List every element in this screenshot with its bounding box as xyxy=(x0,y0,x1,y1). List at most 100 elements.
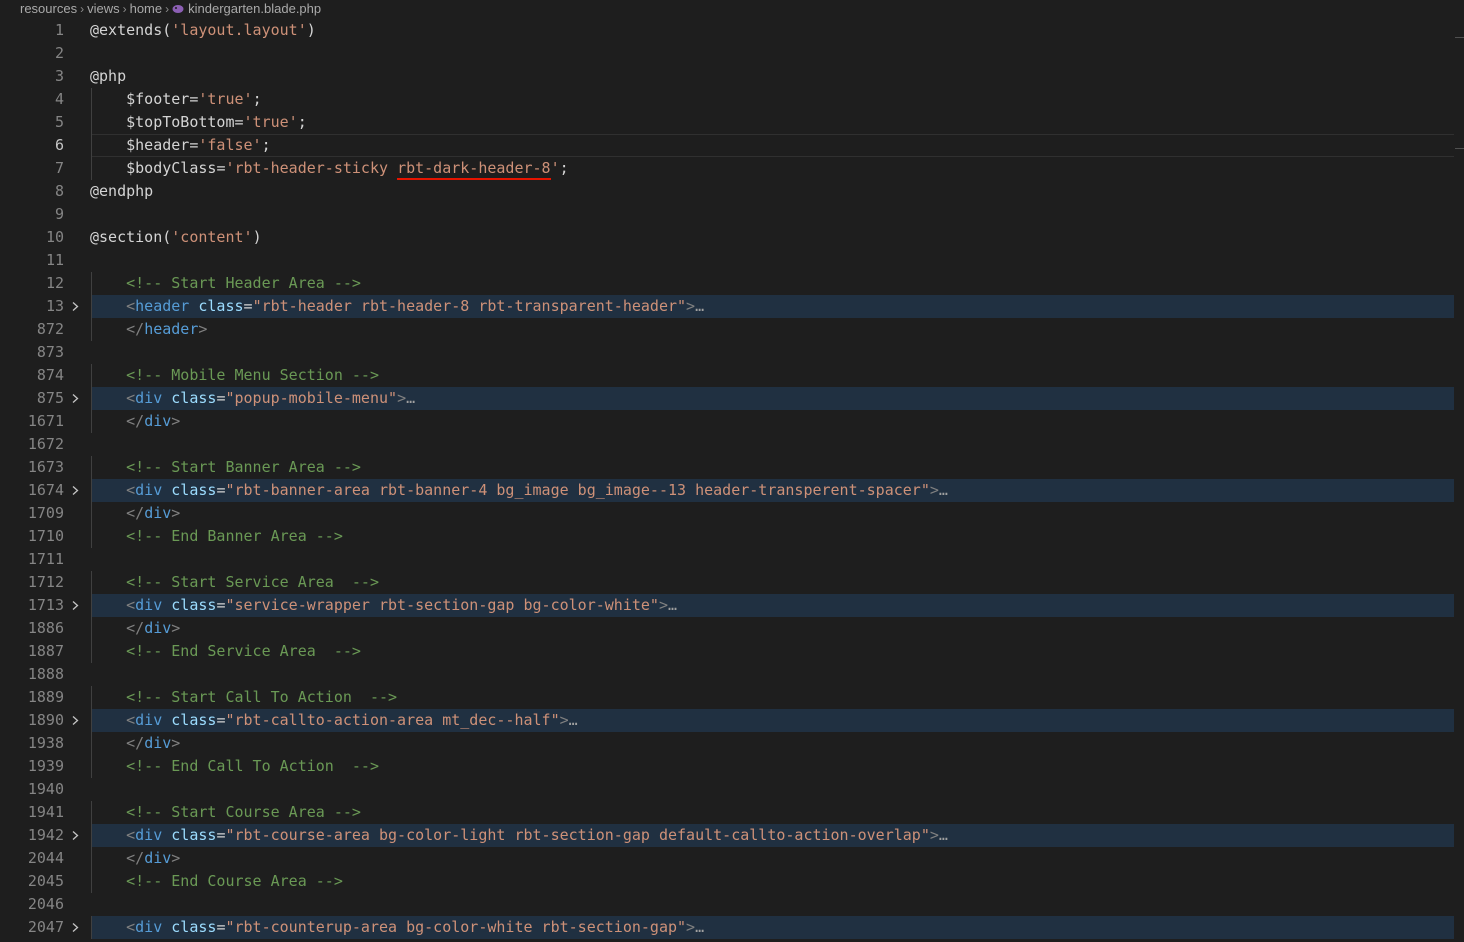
code-line[interactable]: 4 $footer='true'; xyxy=(0,88,1464,111)
code-line[interactable]: 10 @section('content') xyxy=(0,226,1464,249)
line-number: 1 xyxy=(54,21,64,39)
code-line[interactable]: 6 $header='false'; xyxy=(0,134,1464,157)
line-number: 2044 xyxy=(27,849,64,867)
line-number: 1890 xyxy=(27,711,64,729)
code-line[interactable]: 1710 <!-- End Banner Area --> xyxy=(0,525,1464,548)
line-number: 1713 xyxy=(27,596,64,614)
code-text: <div class="rbt-counterup-area bg-color-… xyxy=(126,918,705,936)
code-line[interactable]: 875 <div class="popup-mobile-menu">… xyxy=(0,387,1464,410)
code-line[interactable]: 13 <header class="rbt-header rbt-header-… xyxy=(0,295,1464,318)
line-number: 1889 xyxy=(27,688,64,706)
code-text: $topToBottom='true'; xyxy=(126,113,307,131)
code-text: <!-- End Call To Action --> xyxy=(126,757,379,775)
code-line[interactable]: 3 @php xyxy=(0,65,1464,88)
chevron-right-icon: › xyxy=(165,2,170,16)
code-text: </div> xyxy=(126,849,181,867)
breadcrumb-item-resources[interactable]: resources xyxy=(20,1,77,16)
code-line[interactable]: 1709 </div> xyxy=(0,502,1464,525)
code-line[interactable]: 874 <!-- Mobile Menu Section --> xyxy=(0,364,1464,387)
code-text: $header='false'; xyxy=(126,136,271,154)
chevron-right-fold-icon[interactable] xyxy=(72,831,79,840)
line-number: 2 xyxy=(54,44,64,62)
code-line[interactable]: 1888 xyxy=(0,663,1464,686)
line-number: 873 xyxy=(36,343,64,361)
code-line[interactable]: 1887 <!-- End Service Area --> xyxy=(0,640,1464,663)
code-text: @extends('layout.layout') xyxy=(90,21,316,39)
code-line[interactable]: 1942 <div class="rbt-course-area bg-colo… xyxy=(0,824,1464,847)
chevron-right-fold-icon[interactable] xyxy=(72,716,79,725)
code-text: <!-- Mobile Menu Section --> xyxy=(126,366,379,384)
code-text: </div> xyxy=(126,619,181,637)
code-line[interactable]: 5 $topToBottom='true'; xyxy=(0,111,1464,134)
line-number: 1711 xyxy=(27,550,64,568)
chevron-right-icon: › xyxy=(122,2,127,16)
code-line[interactable]: 1940 xyxy=(0,778,1464,801)
code-line[interactable]: 1886 </div> xyxy=(0,617,1464,640)
code-text: $bodyClass='rbt-header-sticky rbt-dark-h… xyxy=(90,157,569,180)
code-line[interactable]: 9 xyxy=(0,203,1464,226)
line-number: 1672 xyxy=(27,435,64,453)
chevron-right-fold-icon[interactable] xyxy=(72,486,79,495)
code-line[interactable]: 1 @extends('layout.layout') xyxy=(0,19,1464,42)
line-number: 1710 xyxy=(27,527,64,545)
code-line[interactable]: 1711 xyxy=(0,548,1464,571)
code-line[interactable]: 11 xyxy=(0,249,1464,272)
code-text: </div> xyxy=(126,412,181,430)
code-line[interactable]: 1890 <div class="rbt-callto-action-area … xyxy=(0,709,1464,732)
line-number: 1938 xyxy=(27,734,64,752)
code-line[interactable]: 2046 xyxy=(0,893,1464,916)
chevron-right-fold-icon[interactable] xyxy=(72,302,79,311)
code-line[interactable]: 1674 <div class="rbt-banner-area rbt-ban… xyxy=(0,479,1464,502)
line-number: 1888 xyxy=(27,665,64,683)
line-number: 7 xyxy=(54,159,64,177)
line-number: 9 xyxy=(54,205,64,223)
code-text: <!-- End Banner Area --> xyxy=(126,527,343,545)
breadcrumb-item-views[interactable]: views xyxy=(87,1,120,16)
line-number: 2047 xyxy=(27,918,64,936)
code-text: @endphp xyxy=(90,182,154,200)
breadcrumb-item-file[interactable]: kindergarten.blade.php xyxy=(188,1,321,16)
line-number: 1674 xyxy=(27,481,64,499)
code-line[interactable]: 1712 <!-- Start Service Area --> xyxy=(0,571,1464,594)
code-text: </div> xyxy=(126,504,181,522)
chevron-right-fold-icon[interactable] xyxy=(72,923,79,932)
line-number: 1671 xyxy=(27,412,64,430)
code-line[interactable]: 1941 <!-- Start Course Area --> xyxy=(0,801,1464,824)
code-line[interactable]: 872 </header> xyxy=(0,318,1464,341)
code-line[interactable]: 1889 <!-- Start Call To Action --> xyxy=(0,686,1464,709)
code-line[interactable]: 1713 <div class="service-wrapper rbt-sec… xyxy=(0,594,1464,617)
code-text: <!-- End Service Area --> xyxy=(126,642,361,660)
code-line[interactable]: 2 xyxy=(0,42,1464,65)
code-line[interactable]: 1939 <!-- End Call To Action --> xyxy=(0,755,1464,778)
code-text: <!-- Start Course Area --> xyxy=(126,803,361,821)
code-line[interactable]: 873 xyxy=(0,341,1464,364)
chevron-right-fold-icon[interactable] xyxy=(72,394,79,403)
code-line[interactable]: 1671 </div> xyxy=(0,410,1464,433)
breadcrumb-item-home[interactable]: home xyxy=(130,1,163,16)
code-text: </div> xyxy=(126,734,181,752)
code-line[interactable]: 1672 xyxy=(0,433,1464,456)
code-line[interactable]: 12 <!-- Start Header Area --> xyxy=(0,272,1464,295)
line-number: 1709 xyxy=(27,504,64,522)
line-number: 1941 xyxy=(27,803,64,821)
code-text: </header> xyxy=(126,320,208,338)
code-line[interactable]: 1673 <!-- Start Banner Area --> xyxy=(0,456,1464,479)
chevron-right-fold-icon[interactable] xyxy=(72,601,79,610)
code-text: <div class="rbt-banner-area rbt-banner-4… xyxy=(126,481,948,499)
code-line[interactable]: 7 $bodyClass='rbt-header-sticky rbt-dark… xyxy=(0,157,1464,180)
line-number: 4 xyxy=(54,90,64,108)
line-number: 8 xyxy=(54,182,64,200)
code-editor[interactable]: 1 @extends('layout.layout') 2 3 @php 4 $foote… xyxy=(0,19,1464,942)
line-number: 10 xyxy=(45,228,64,246)
code-line[interactable]: 2044 </div> xyxy=(0,847,1464,870)
line-number: 1942 xyxy=(27,826,64,844)
code-text: @php xyxy=(90,67,127,85)
code-line[interactable]: 8 @endphp xyxy=(0,180,1464,203)
code-line[interactable]: 2045 <!-- End Course Area --> xyxy=(0,870,1464,893)
code-text: @section('content') xyxy=(90,228,262,246)
code-line[interactable]: 1938 </div> xyxy=(0,732,1464,755)
code-text: <!-- Start Service Area --> xyxy=(126,573,379,591)
code-line[interactable]: 2047 <div class="rbt-counterup-area bg-c… xyxy=(0,916,1464,939)
line-number: 1939 xyxy=(27,757,64,775)
current-line-highlight xyxy=(91,134,1454,157)
